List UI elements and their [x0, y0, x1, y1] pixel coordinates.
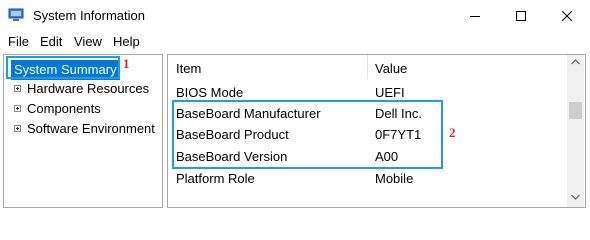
annotation-number-2: 2	[449, 125, 456, 140]
menu-help[interactable]: Help	[113, 34, 140, 49]
plus-expander-icon[interactable]	[14, 125, 21, 132]
menu-view[interactable]: View	[74, 34, 102, 49]
menu-edit[interactable]: Edit	[40, 34, 62, 49]
tree-item-label: Software Environment	[27, 121, 155, 136]
column-header-row: Item Value	[168, 55, 568, 79]
plus-expander-icon[interactable]	[14, 105, 21, 112]
close-button[interactable]	[544, 0, 590, 32]
window-title: System Information	[33, 8, 145, 23]
system-information-app-icon	[8, 8, 24, 21]
scroll-down-arrow-icon[interactable]	[571, 194, 580, 200]
annotation-number-1: 1	[123, 56, 130, 71]
highlight-box-system-summary	[6, 56, 120, 79]
maximize-button[interactable]	[498, 0, 544, 32]
column-divider[interactable]	[367, 55, 368, 79]
tree-item-label: Components	[27, 101, 101, 116]
minimize-button[interactable]	[452, 0, 498, 32]
system-information-window: System Information File Edit View Help S…	[0, 0, 590, 211]
menu-file[interactable]: File	[8, 34, 29, 49]
row-item: BIOS Mode	[176, 85, 244, 100]
table-row[interactable]: Platform Role Mobile	[168, 168, 568, 189]
tree-item-label: Hardware Resources	[27, 81, 150, 96]
column-header-item[interactable]: Item	[176, 61, 201, 76]
menu-bar: File Edit View Help	[0, 32, 590, 52]
title-bar[interactable]: System Information	[0, 0, 590, 32]
vertical-scrollbar[interactable]	[567, 55, 584, 207]
row-item: Platform Role	[176, 171, 255, 186]
row-value: Mobile	[375, 171, 414, 186]
highlight-box-baseboard-info	[172, 100, 443, 169]
minimize-icon	[470, 16, 480, 17]
scroll-up-arrow-icon[interactable]	[571, 59, 580, 65]
plus-expander-icon[interactable]	[14, 85, 21, 92]
scrollbar-thumb[interactable]	[569, 102, 582, 119]
row-value: UEFI	[375, 85, 405, 100]
column-header-value[interactable]: Value	[375, 61, 407, 76]
close-icon	[562, 11, 572, 21]
maximize-icon	[516, 11, 526, 21]
